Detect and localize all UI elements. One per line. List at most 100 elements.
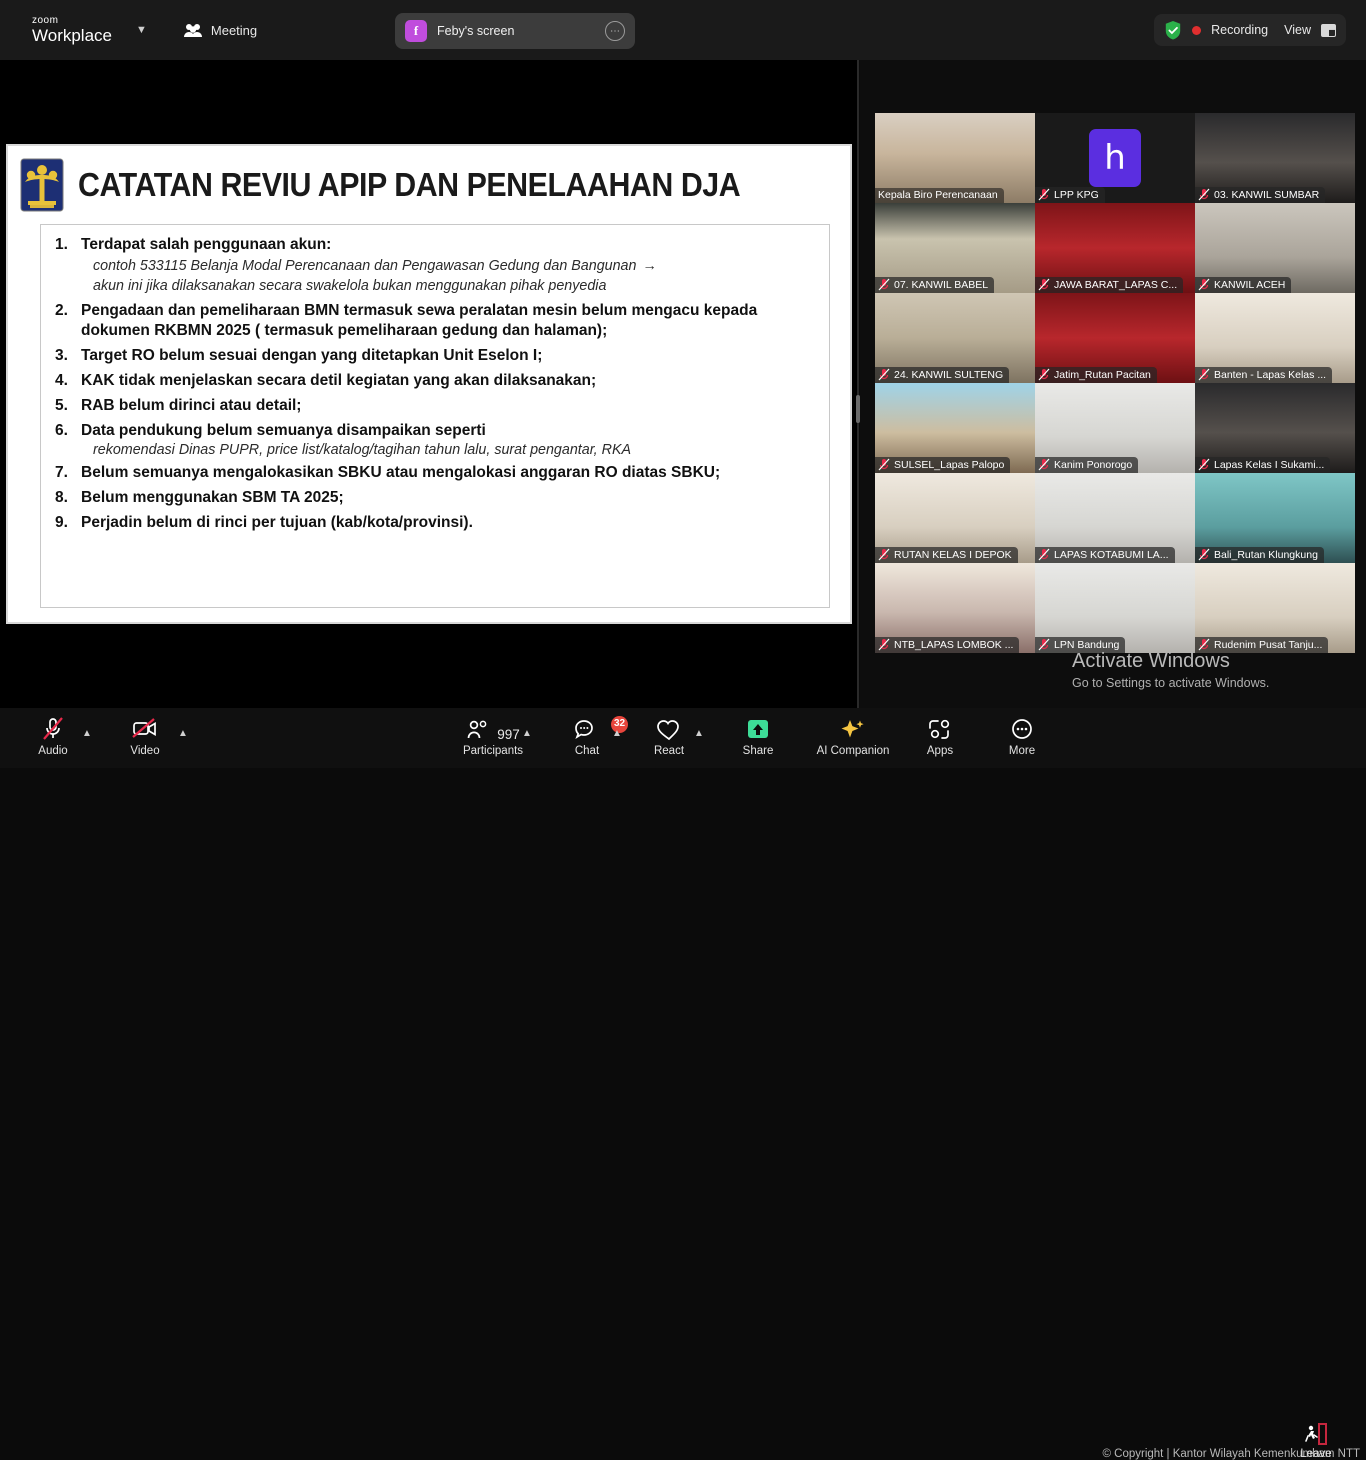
participant-nameplate: Bali_Rutan Klungkung — [1195, 547, 1324, 563]
list-item: Belum menggunakan SBM TA 2025; — [51, 488, 817, 508]
meeting-tab[interactable]: Meeting — [183, 23, 257, 38]
meeting-tab-label: Meeting — [211, 23, 257, 38]
shared-screen-pill[interactable]: f Feby's screen ⋯ — [395, 13, 635, 49]
muted-microphone-icon — [1198, 458, 1210, 471]
list-item-text: KAK tidak menjelaskan secara detil kegia… — [81, 372, 596, 389]
participant-tile[interactable]: Kepala Biro Perencanaan — [875, 113, 1035, 203]
participant-tile[interactable]: NTB_LAPAS LOMBOK ... — [875, 563, 1035, 653]
muted-microphone-icon — [1198, 548, 1210, 561]
more-horizontal-icon[interactable]: ⋯ — [605, 21, 625, 41]
muted-microphone-icon — [1198, 278, 1210, 291]
participant-nameplate: JAWA BARAT_LAPAS C... — [1035, 277, 1183, 293]
participant-tile[interactable]: 07. KANWIL BABEL — [875, 203, 1035, 293]
participant-nameplate: 03. KANWIL SUMBAR — [1195, 187, 1325, 203]
leave-button[interactable]: Leave — [1288, 1422, 1344, 1460]
participant-name: 03. KANWIL SUMBAR — [1214, 189, 1319, 201]
participants-caret[interactable]: ▲ — [522, 728, 532, 739]
participant-tile[interactable]: 03. KANWIL SUMBAR — [1195, 113, 1355, 203]
participant-tile[interactable]: Jatim_Rutan Pacitan — [1035, 293, 1195, 383]
chevron-down-icon[interactable]: ▼ — [136, 24, 147, 36]
subline-text: contoh 533115 Belanja Modal Perencanaan … — [93, 258, 636, 274]
list-item-text: Terdapat salah penggunaan akun: — [81, 236, 331, 253]
muted-microphone-icon — [1038, 368, 1050, 381]
list-item: RAB belum dirinci atau detail; — [51, 396, 817, 416]
audio-label: Audio — [38, 745, 67, 757]
tile-row: NTB_LAPAS LOMBOK ... LPN BandungRudenim P… — [875, 563, 1355, 653]
view-button-label[interactable]: View — [1284, 23, 1311, 37]
participant-name: RUTAN KELAS I DEPOK — [894, 549, 1012, 561]
react-label: React — [654, 745, 684, 757]
audio-button[interactable]: Audio — [18, 714, 88, 757]
more-icon — [1009, 714, 1035, 742]
recording-label: Recording — [1211, 23, 1268, 37]
muted-microphone-icon — [1038, 458, 1050, 471]
participant-nameplate: Lapas Kelas I Sukami... — [1195, 457, 1330, 473]
activate-windows-watermark: Activate Windows Go to Settings to activ… — [1072, 650, 1362, 690]
participant-tile[interactable]: h LPP KPG — [1035, 113, 1195, 203]
muted-microphone-icon — [1038, 188, 1050, 201]
list-item-text: Belum semuanya mengalokasikan SBKU atau … — [81, 464, 720, 481]
ai-sparkle-icon — [839, 714, 867, 742]
apps-button[interactable]: Apps — [905, 714, 975, 757]
top-right-status-cluster: Recording View — [1154, 14, 1346, 46]
microphone-muted-icon — [40, 714, 66, 742]
top-bar: zoom Workplace ▼ Meeting f Feby's screen… — [0, 0, 1366, 60]
audio-options-caret[interactable]: ▲ — [82, 728, 92, 739]
participant-name: NTB_LAPAS LOMBOK ... — [894, 639, 1013, 651]
participants-icon-group: 997 — [466, 714, 520, 742]
participant-nameplate: Jatim_Rutan Pacitan — [1035, 367, 1157, 383]
list-item: Terdapat salah penggunaan akun: contoh 5… — [51, 235, 817, 296]
participant-name: JAWA BARAT_LAPAS C... — [1054, 279, 1177, 291]
participant-tile[interactable]: 24. KANWIL SULTENG — [875, 293, 1035, 383]
muted-microphone-icon — [878, 278, 890, 291]
participant-name: 24. KANWIL SULTENG — [894, 369, 1003, 381]
participant-tile[interactable]: Kanim Ponorogo — [1035, 383, 1195, 473]
list-item-note: rekomendasi Dinas PUPR, price list/katal… — [51, 442, 817, 458]
participant-nameplate: 24. KANWIL SULTENG — [875, 367, 1009, 383]
list-item-subline-2: akun ini jika dilaksanakan secara swakel… — [81, 277, 817, 295]
participant-name: LPP KPG — [1054, 189, 1099, 201]
participant-name: Bali_Rutan Klungkung — [1214, 549, 1318, 561]
participant-tile-grid: Kepala Biro Perencanaan h LPP KPG 03. KANWI… — [875, 113, 1355, 653]
chat-label: Chat — [575, 745, 599, 757]
participant-name: LAPAS KOTABUMI LA... — [1054, 549, 1169, 561]
recording-indicator-dot — [1192, 26, 1201, 35]
zoom-wordmark: zoom — [32, 16, 112, 26]
list-item-text: Target RO belum sesuai dengan yang ditet… — [81, 347, 542, 364]
participant-tile[interactable]: Banten - Lapas Kelas ... — [1195, 293, 1355, 383]
participant-tile[interactable]: Lapas Kelas I Sukami... — [1195, 383, 1355, 473]
participant-tile[interactable]: SULSEL_Lapas Palopo — [875, 383, 1035, 473]
participant-nameplate: KANWIL ACEH — [1195, 277, 1291, 293]
participant-tile[interactable]: Bali_Rutan Klungkung — [1195, 473, 1355, 563]
kemenkumham-pengayoman-logo — [20, 158, 64, 212]
muted-microphone-icon — [878, 548, 890, 561]
ai-companion-button[interactable]: AI Companion — [800, 714, 906, 757]
participant-tile[interactable]: LAPAS KOTABUMI LA... — [1035, 473, 1195, 563]
video-button[interactable]: Video — [110, 714, 180, 757]
participant-tile[interactable]: JAWA BARAT_LAPAS C... — [1035, 203, 1195, 293]
view-layout-icon[interactable] — [1321, 24, 1336, 37]
encryption-shield-icon[interactable] — [1164, 20, 1182, 40]
camera-muted-icon — [130, 714, 160, 742]
participant-tile[interactable]: LPN Bandung — [1035, 563, 1195, 653]
list-item-text: Pengadaan dan pemeliharaan BMN termasuk … — [81, 302, 757, 339]
react-caret[interactable]: ▲ — [694, 728, 704, 739]
more-button[interactable]: More — [987, 714, 1057, 757]
tile-row: 07. KANWIL BABEL JAWA BARAT_LAPAS C... KAN… — [875, 203, 1355, 293]
tile-row: RUTAN KELAS I DEPOK LAPAS KOTABUMI LA... B… — [875, 473, 1355, 563]
participant-nameplate: SULSEL_Lapas Palopo — [875, 457, 1010, 473]
video-options-caret[interactable]: ▲ — [178, 728, 188, 739]
participant-tile[interactable]: Rudenim Pusat Tanju... — [1195, 563, 1355, 653]
participant-name: KANWIL ACEH — [1214, 279, 1285, 291]
list-item: Pengadaan dan pemeliharaan BMN termasuk … — [51, 301, 817, 341]
sharer-avatar: f — [405, 20, 427, 42]
participant-nameplate: RUTAN KELAS I DEPOK — [875, 547, 1018, 563]
participant-avatar: h — [1089, 129, 1141, 187]
list-item: Data pendukung belum semuanya disampaika… — [51, 421, 817, 441]
share-button[interactable]: Share — [723, 714, 793, 757]
apps-label: Apps — [927, 745, 953, 757]
participant-tile[interactable]: KANWIL ACEH — [1195, 203, 1355, 293]
participant-tile[interactable]: RUTAN KELAS I DEPOK — [875, 473, 1035, 563]
panel-divider — [857, 60, 859, 708]
chat-caret[interactable]: ▲ — [612, 728, 622, 739]
